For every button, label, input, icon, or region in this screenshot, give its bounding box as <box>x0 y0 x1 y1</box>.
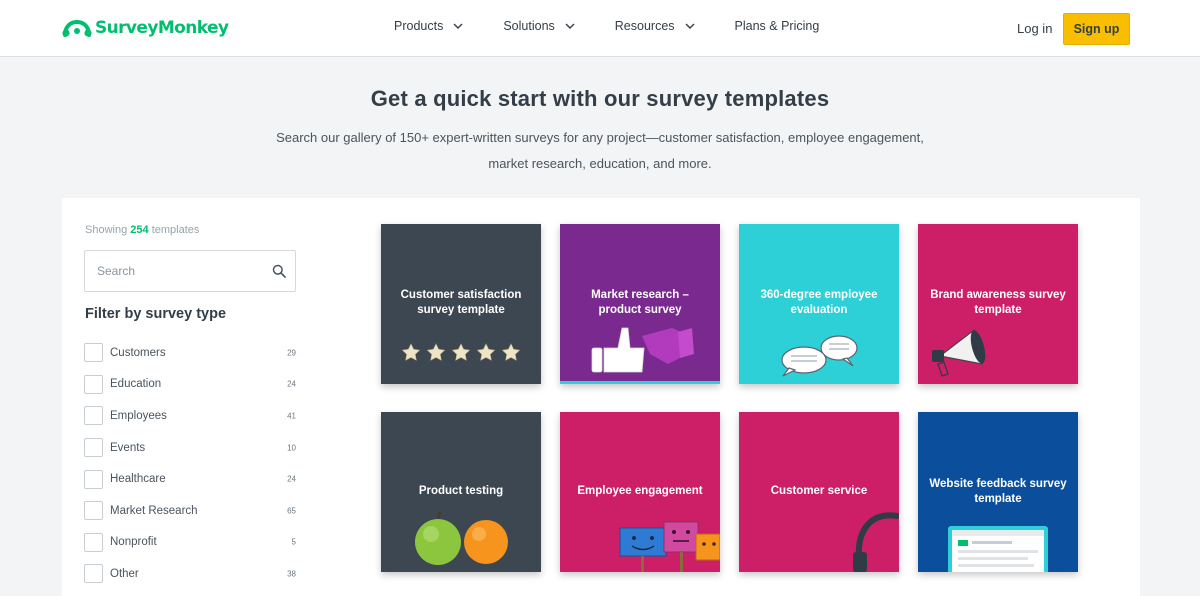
filter-label: Customers <box>110 346 166 359</box>
filter-customers[interactable]: Customers 29 <box>84 337 296 369</box>
template-card-market-research[interactable]: Market research – product survey <box>560 224 720 384</box>
checkbox[interactable] <box>84 406 103 426</box>
template-card-title: Market research – product survey <box>591 289 689 316</box>
showing-suffix: templates <box>151 224 200 236</box>
template-card-website-feedback[interactable]: Website feedback survey template <box>918 412 1078 572</box>
page-title: Get a quick start with our survey templa… <box>370 86 830 111</box>
filter-education[interactable]: Education 24 <box>84 369 296 401</box>
nav-plans-pricing[interactable]: Plans & Pricing <box>735 19 820 33</box>
filter-count: 5 <box>291 537 296 547</box>
filter-count: 24 <box>287 379 296 389</box>
nav-products[interactable]: Products <box>394 19 464 33</box>
filter-count: 41 <box>287 411 296 421</box>
chevron-down-icon <box>685 23 695 29</box>
checkbox[interactable] <box>84 438 103 458</box>
filter-nonprofit[interactable]: Nonprofit 5 <box>84 527 296 559</box>
login-link[interactable]: Log in <box>1017 21 1052 36</box>
template-card-customer-service[interactable]: Customer service <box>739 412 899 572</box>
template-grid: Customer satisfaction survey template Ma… <box>332 198 1140 596</box>
logo-text: SurveyMonkey <box>95 18 229 38</box>
filter-label: Employees <box>110 409 167 422</box>
checkbox[interactable] <box>84 469 103 489</box>
signup-button[interactable]: Sign up <box>1063 13 1130 45</box>
template-count-text: Showing 254 templates <box>85 224 199 236</box>
search-box <box>84 250 296 292</box>
template-card-brand-awareness[interactable]: Brand awareness survey template <box>918 224 1078 384</box>
filter-market-research[interactable]: Market Research 65 <box>84 495 296 527</box>
five-stars-icon <box>401 343 521 361</box>
showing-prefix: Showing <box>85 224 128 236</box>
filter-label: Events <box>110 441 146 454</box>
filter-count: 38 <box>287 569 296 579</box>
apple-orange-icon <box>415 511 508 565</box>
smiley-signs-icon <box>619 521 720 572</box>
browser-window-icon <box>948 526 1048 572</box>
filter-heading: Filter by survey type <box>85 306 227 322</box>
headset-icon <box>853 512 899 572</box>
filter-employees[interactable]: Employees 41 <box>84 400 296 432</box>
template-count: 254 <box>130 224 149 236</box>
checkbox[interactable] <box>84 564 103 584</box>
filter-healthcare[interactable]: Healthcare 24 <box>84 463 296 495</box>
template-card-360-evaluation[interactable]: 360-degree employee evaluation <box>739 224 899 384</box>
template-card-employee-engagement[interactable]: Employee engagement <box>560 412 720 572</box>
surveymonkey-logo-icon <box>62 18 92 38</box>
chevron-down-icon <box>565 23 575 29</box>
main-nav: Products Solutions Resources Plans & Pri… <box>394 19 858 33</box>
checkbox[interactable] <box>84 343 103 363</box>
checkbox[interactable] <box>84 501 103 521</box>
checkbox[interactable] <box>84 532 103 552</box>
filter-label: Market Research <box>110 504 198 517</box>
nav-resources[interactable]: Resources <box>615 19 696 33</box>
checkbox[interactable] <box>84 374 103 394</box>
nav-products-label: Products <box>394 19 444 33</box>
nav-plans-pricing-label: Plans & Pricing <box>734 19 820 33</box>
filter-other[interactable]: Other 38 <box>84 558 296 590</box>
filter-count: 29 <box>287 348 296 358</box>
nav-solutions[interactable]: Solutions <box>503 19 575 33</box>
surveymonkey-logo[interactable]: SurveyMonkey <box>62 16 229 40</box>
filter-label: Nonprofit <box>110 536 157 549</box>
page-subtitle: Search our gallery of 150+ expert-writte… <box>276 130 924 171</box>
search-icon[interactable] <box>272 264 286 278</box>
filter-count: 10 <box>287 443 296 453</box>
filter-label: Other <box>110 567 139 580</box>
filter-list: Customers 29 Education 24 Employees 41 E… <box>84 337 296 590</box>
filter-label: Education <box>110 378 162 391</box>
nav-resources-label: Resources <box>614 19 675 33</box>
filter-label: Healthcare <box>110 473 166 486</box>
megaphone-icon <box>932 328 986 377</box>
nav-solutions-label: Solutions <box>503 19 555 33</box>
template-card-product-testing[interactable]: Product testing <box>381 412 541 572</box>
template-card-customer-satisfaction[interactable]: Customer satisfaction survey template <box>381 224 541 384</box>
speech-bubbles-icon <box>781 335 858 377</box>
filter-sidebar: Showing 254 templates Filter by survey t… <box>62 198 332 596</box>
filter-events[interactable]: Events 10 <box>84 432 296 464</box>
search-input[interactable] <box>85 251 265 291</box>
filter-count: 24 <box>287 474 296 484</box>
filter-count: 65 <box>287 506 296 516</box>
chevron-down-icon <box>453 23 463 29</box>
top-navigation-bar: SurveyMonkey Products Solutions Resource… <box>0 0 1200 57</box>
